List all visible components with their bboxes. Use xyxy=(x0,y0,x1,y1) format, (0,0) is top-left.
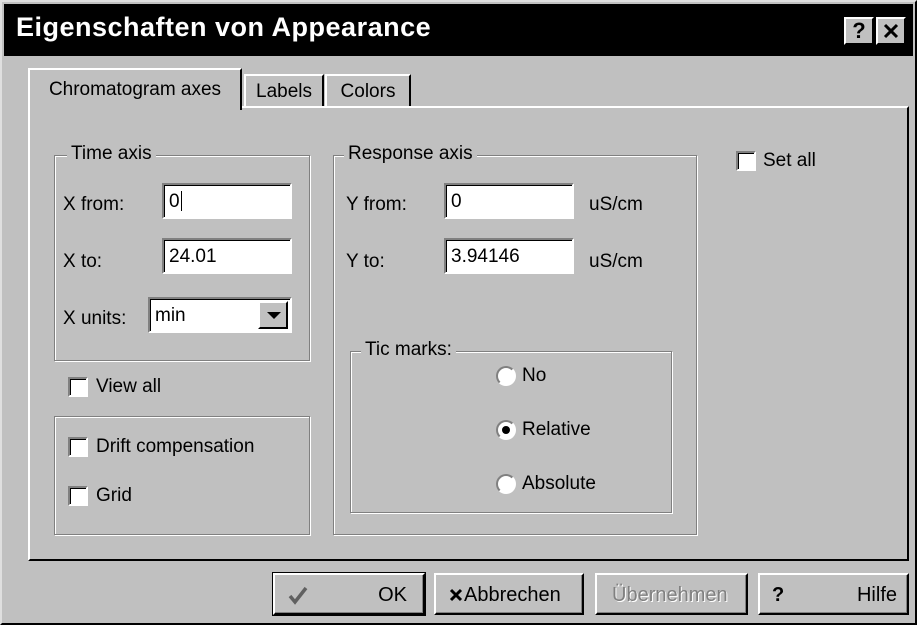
drift-compensation-label: Drift compensation xyxy=(96,436,255,457)
time-axis-legend: Time axis xyxy=(67,143,156,165)
view-all-checkbox[interactable] xyxy=(68,377,88,397)
apply-button[interactable]: Übernehmen xyxy=(595,573,748,615)
tic-no-label: No xyxy=(522,365,547,386)
tic-absolute-label: Absolute xyxy=(522,473,596,494)
set-all-label: Set all xyxy=(763,150,816,171)
help-button[interactable]: ? Hilfe xyxy=(758,573,909,615)
y-to-label: Y to: xyxy=(346,251,385,272)
help-label: Hilfe xyxy=(856,584,897,606)
x-from-input[interactable]: 0 xyxy=(162,183,292,219)
response-axis-legend: Response axis xyxy=(344,143,477,165)
tic-no-radio[interactable] xyxy=(496,366,516,386)
tab-chromatogram-axes[interactable]: Chromatogram axes xyxy=(28,68,242,110)
x-units-select[interactable]: min xyxy=(148,297,292,333)
properties-dialog: Eigenschaften von Appearance ? Chromatog… xyxy=(0,0,917,625)
tic-absolute-radio[interactable] xyxy=(496,474,516,494)
window-title: Eigenschaften von Appearance xyxy=(16,12,432,42)
question-icon: ? xyxy=(772,584,785,606)
y-from-input[interactable]: 0 xyxy=(444,183,574,219)
tab-panel: Time axis X from: 0 X to: 24.01 X units:… xyxy=(28,106,909,561)
tab-label: Colors xyxy=(340,81,396,102)
y-to-unit: uS/cm xyxy=(589,251,643,272)
tab-label: Chromatogram axes xyxy=(48,79,222,100)
ok-button[interactable]: OK xyxy=(272,572,426,616)
ok-label: OK xyxy=(378,584,407,606)
options-group xyxy=(54,416,310,535)
close-icon xyxy=(883,23,899,39)
view-all-label: View all xyxy=(96,376,162,397)
help-title-button[interactable]: ? xyxy=(844,17,874,45)
close-button[interactable] xyxy=(876,17,906,45)
drift-compensation-checkbox[interactable] xyxy=(68,437,88,457)
y-from-unit: uS/cm xyxy=(589,194,643,215)
x-to-label: X to: xyxy=(63,251,103,272)
cancel-button[interactable]: Abbrechen xyxy=(434,573,584,615)
set-all-checkbox[interactable] xyxy=(736,151,756,171)
checkmark-icon xyxy=(288,586,308,605)
cancel-label: Abbrechen xyxy=(464,584,561,606)
tic-relative-radio[interactable] xyxy=(496,420,516,440)
tic-relative-label: Relative xyxy=(522,419,591,440)
tab-label: Labels xyxy=(256,81,312,102)
tic-marks-legend: Tic marks: xyxy=(361,339,456,361)
tab-colors[interactable]: Colors xyxy=(325,74,411,108)
x-from-label: X from: xyxy=(63,194,125,215)
grid-checkbox[interactable] xyxy=(68,486,88,506)
x-units-label: X units: xyxy=(63,308,127,329)
y-to-input[interactable]: 3.94146 xyxy=(444,238,574,274)
tab-labels[interactable]: Labels xyxy=(244,74,324,108)
apply-label: Übernehmen xyxy=(612,584,728,606)
x-to-input[interactable]: 24.01 xyxy=(162,238,292,274)
grid-label: Grid xyxy=(96,485,132,506)
chevron-down-icon[interactable] xyxy=(258,301,288,329)
x-icon xyxy=(449,588,463,602)
y-from-label: Y from: xyxy=(346,194,407,215)
title-bar[interactable]: Eigenschaften von Appearance ? xyxy=(4,4,913,56)
